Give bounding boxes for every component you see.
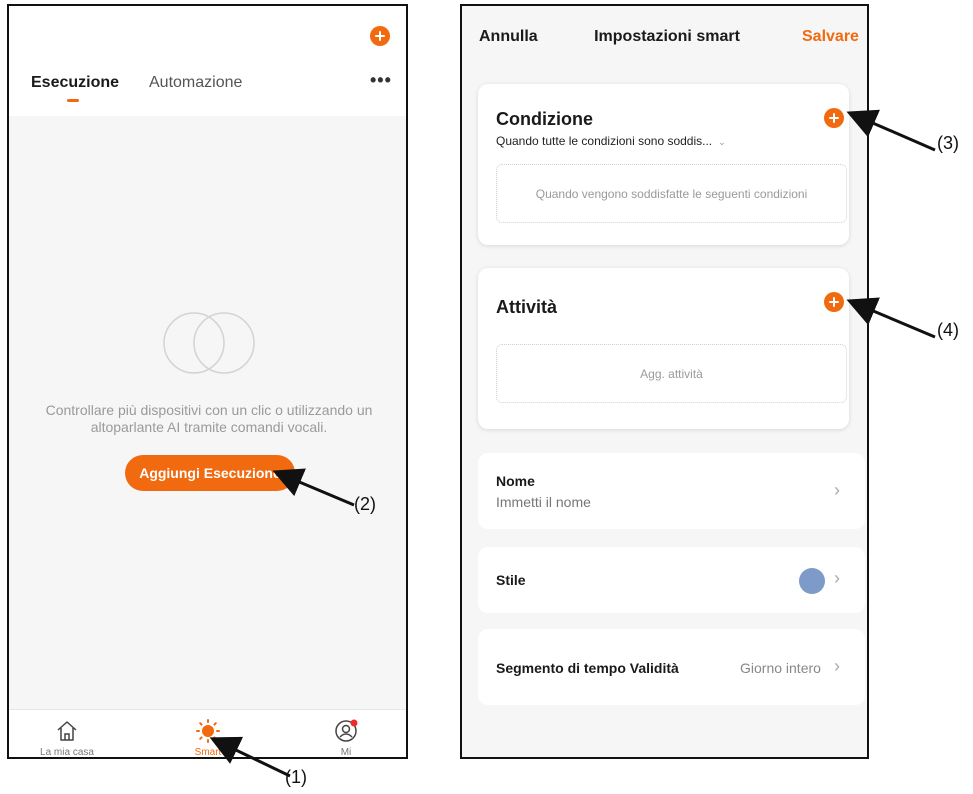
nav-label-smart: Smart bbox=[194, 747, 222, 758]
nav-label-home: La mia casa bbox=[40, 747, 94, 758]
active-tab-indicator bbox=[67, 99, 79, 102]
style-row[interactable]: Stile › bbox=[478, 547, 865, 613]
chevron-down-icon: ⌄ bbox=[718, 137, 726, 147]
annotation-label-4: (4) bbox=[937, 320, 959, 340]
add-condition-area[interactable]: Quando vengono soddisfatte le seguenti c… bbox=[496, 164, 847, 223]
condition-mode-label: Quando tutte le condizioni sono soddis..… bbox=[496, 134, 713, 148]
nav-item-me[interactable]: Mi bbox=[291, 710, 401, 758]
plus-icon bbox=[829, 297, 839, 307]
style-label: Stile bbox=[496, 572, 526, 588]
empty-scenes-illustration bbox=[163, 312, 255, 374]
nav-label-me: Mi bbox=[340, 747, 352, 758]
add-execution-button[interactable]: Aggiungi Esecuzione bbox=[125, 455, 295, 491]
validity-row[interactable]: Segmento di tempo Validità Giorno intero… bbox=[478, 629, 865, 705]
task-title: Attività bbox=[496, 297, 558, 317]
add-task-button[interactable] bbox=[824, 292, 844, 312]
name-row[interactable]: Nome Immetti il nome › bbox=[478, 453, 865, 529]
bottom-navigation: La mia casa Smart Mi bbox=[9, 709, 406, 758]
task-card: Attività Agg. attività bbox=[478, 268, 849, 429]
condition-card: Condizione Quando tutte le condizioni so… bbox=[478, 84, 849, 245]
validity-label: Segmento di tempo Validità bbox=[496, 660, 679, 676]
save-button[interactable]: Salvare bbox=[802, 28, 859, 46]
nav-item-home[interactable]: La mia casa bbox=[12, 710, 122, 758]
chevron-right-icon: › bbox=[834, 480, 840, 500]
profile-icon bbox=[335, 719, 358, 742]
annotation-label-3: (3) bbox=[937, 133, 959, 153]
smart-settings-screen: Annulla Impostazioni smart Salvare Condi… bbox=[460, 4, 869, 759]
notification-badge bbox=[350, 719, 358, 727]
add-condition-button[interactable] bbox=[824, 108, 844, 128]
empty-state-message: Controllare più dispositivi con un clic … bbox=[45, 402, 373, 435]
tab-esecuzione[interactable]: Esecuzione bbox=[31, 74, 119, 92]
condition-mode-selector[interactable]: Quando tutte le condizioni sono soddis..… bbox=[496, 134, 726, 148]
smart-scenes-screen: Esecuzione Automazione ••• Controllare p… bbox=[7, 4, 408, 759]
plus-icon bbox=[829, 113, 839, 123]
tab-automazione[interactable]: Automazione bbox=[149, 74, 242, 92]
chevron-right-icon: › bbox=[834, 568, 840, 588]
validity-value: Giorno intero bbox=[740, 660, 821, 676]
name-label: Nome bbox=[496, 473, 535, 489]
chevron-right-icon: › bbox=[834, 656, 840, 676]
condition-title: Condizione bbox=[496, 109, 593, 129]
add-task-area[interactable]: Agg. attività bbox=[496, 344, 847, 403]
plus-icon bbox=[375, 31, 385, 41]
cancel-button[interactable]: Annulla bbox=[479, 28, 538, 46]
settings-header: Annulla Impostazioni smart Salvare bbox=[462, 6, 867, 68]
style-color-swatch bbox=[799, 568, 825, 594]
nav-item-smart[interactable]: Smart bbox=[153, 710, 263, 758]
add-scene-button[interactable] bbox=[370, 26, 390, 46]
home-icon bbox=[57, 721, 77, 741]
annotation-label-1: (1) bbox=[285, 767, 307, 787]
page-title: Impostazioni smart bbox=[594, 28, 740, 45]
top-bar: Esecuzione Automazione ••• bbox=[9, 6, 406, 116]
name-value: Immetti il nome bbox=[496, 494, 591, 510]
annotation-label-2: (2) bbox=[354, 494, 376, 514]
sun-icon bbox=[196, 719, 220, 743]
more-dots-icon[interactable]: ••• bbox=[370, 70, 392, 91]
